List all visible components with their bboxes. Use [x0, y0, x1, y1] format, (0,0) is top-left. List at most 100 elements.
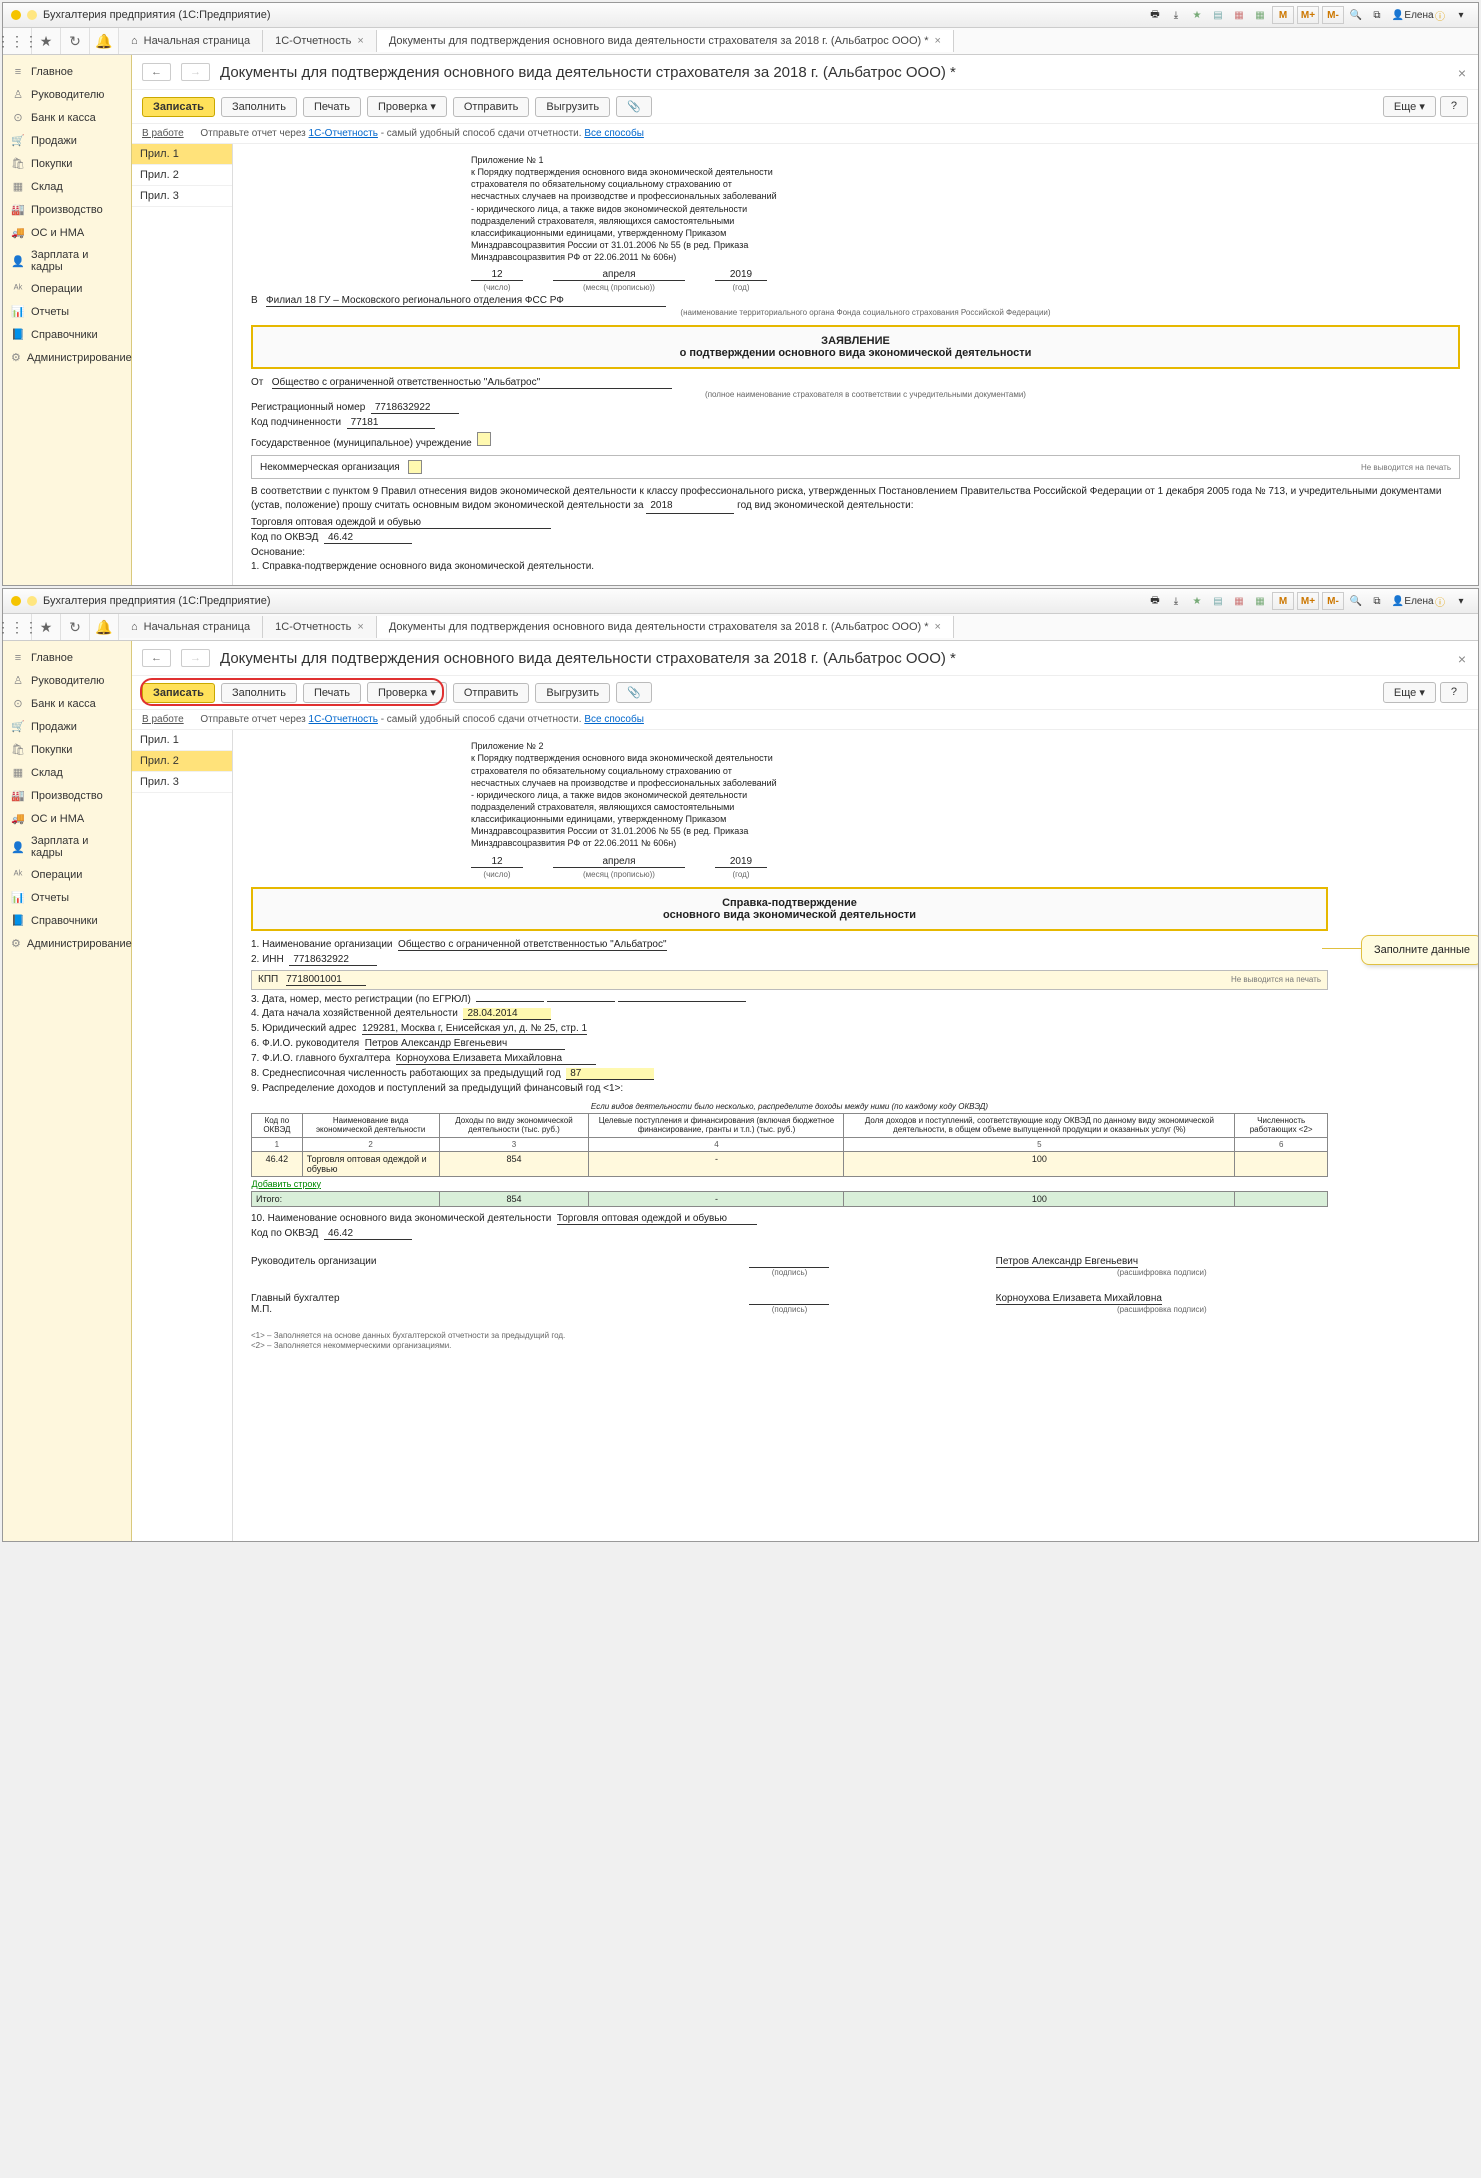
icon-export[interactable]: ⤓	[1167, 6, 1185, 24]
send-button[interactable]: Отправить	[453, 683, 530, 703]
close-icon[interactable]: ×	[935, 35, 941, 47]
icon-print[interactable]: 🖶	[1146, 592, 1164, 610]
sidebar-item[interactable]: 🛍Покупки	[3, 738, 131, 761]
icon-calc[interactable]: ▦	[1230, 592, 1248, 610]
sidebar-item[interactable]: ≡Главное	[3, 647, 131, 669]
all-methods-link[interactable]: Все способы	[584, 714, 644, 725]
close-icon[interactable]: ×	[357, 35, 363, 47]
bell-icon[interactable]: 🔔	[90, 614, 119, 640]
attachment-item[interactable]: Прил. 2	[132, 751, 232, 772]
apps-icon[interactable]: ⋮⋮⋮	[3, 28, 32, 54]
sidebar-item[interactable]: 📊Отчеты	[3, 300, 131, 323]
gos-checkbox[interactable]	[477, 432, 491, 446]
forward-button[interactable]: →	[181, 649, 210, 667]
attachment-item[interactable]: Прил. 3	[132, 186, 232, 207]
sidebar-item[interactable]: ♙Руководителю	[3, 669, 131, 692]
save-button[interactable]: Записать	[142, 97, 215, 117]
v3a[interactable]	[476, 1001, 544, 1002]
sidebar-item[interactable]: 👤Зарплата и кадры	[3, 244, 131, 278]
icon-doc[interactable]: ▤	[1209, 6, 1227, 24]
minimize-icon[interactable]: ▾	[1452, 6, 1470, 24]
m-plus-btn[interactable]: M+	[1297, 6, 1319, 24]
tab-reporting[interactable]: 1С-Отчетность×	[263, 30, 377, 52]
v3b[interactable]	[547, 1001, 615, 1002]
print-button[interactable]: Печать	[303, 97, 361, 117]
attachment-item[interactable]: Прил. 3	[132, 772, 232, 793]
sidebar-item[interactable]: 🛍Покупки	[3, 152, 131, 175]
sidebar-item[interactable]: ⚙Администрирование	[3, 346, 131, 369]
icon-calc[interactable]: ▦	[1230, 6, 1248, 24]
tab-home[interactable]: ⌂Начальная страница	[119, 30, 263, 52]
sidebar-item[interactable]: 🛒Продажи	[3, 129, 131, 152]
icon-doc[interactable]: ▤	[1209, 592, 1227, 610]
tab-reporting[interactable]: 1С-Отчетность×	[263, 616, 377, 638]
sidebar-item[interactable]: ▦Склад	[3, 175, 131, 198]
bell-icon[interactable]: 🔔	[90, 28, 119, 54]
v8[interactable]: 87	[566, 1068, 654, 1080]
sidebar-item[interactable]: ⊙Банк и касса	[3, 692, 131, 715]
add-row-link[interactable]: Добавить строку	[252, 1179, 321, 1189]
close-icon[interactable]: ×	[935, 621, 941, 633]
attachment-item[interactable]: Прил. 1	[132, 144, 232, 165]
m-btn[interactable]: M	[1272, 6, 1294, 24]
sidebar-item[interactable]: 👤Зарплата и кадры	[3, 830, 131, 864]
sidebar-item[interactable]: ≡Главное	[3, 61, 131, 83]
sidebar-item[interactable]: ⊙Банк и касса	[3, 106, 131, 129]
attachment-item[interactable]: Прил. 2	[132, 165, 232, 186]
tab-document[interactable]: Документы для подтверждения основного ви…	[377, 30, 954, 52]
zoom-icon[interactable]: 🔍	[1347, 592, 1365, 610]
v3c[interactable]	[618, 1001, 746, 1002]
more-button[interactable]: Еще ▾	[1383, 96, 1436, 117]
icon-export[interactable]: ⤓	[1167, 592, 1185, 610]
fill-button[interactable]: Заполнить	[221, 683, 297, 703]
icon-star[interactable]: ★	[1188, 592, 1206, 610]
icon-print[interactable]: 🖶	[1146, 6, 1164, 24]
send-button[interactable]: Отправить	[453, 97, 530, 117]
reporting-link[interactable]: 1С-Отчетность	[309, 128, 378, 139]
icon-cal[interactable]: ▦	[1251, 592, 1269, 610]
attachment-item[interactable]: Прил. 1	[132, 730, 232, 751]
kpp-value[interactable]: 7718001001	[286, 974, 366, 986]
sidebar-item[interactable]: 📘Справочники	[3, 323, 131, 346]
m-minus-btn[interactable]: M-	[1322, 6, 1344, 24]
all-methods-link[interactable]: Все способы	[584, 128, 644, 139]
history-icon[interactable]: ↻	[61, 614, 90, 640]
sidebar-item[interactable]: ⚙Администрирование	[3, 932, 131, 955]
zoom-icon[interactable]: 🔍	[1347, 6, 1365, 24]
export-button[interactable]: Выгрузить	[535, 683, 610, 703]
sidebar-item[interactable]: 🚚ОС и НМА	[3, 221, 131, 244]
sidebar-item[interactable]: ᴬᵏОперации	[3, 278, 131, 300]
nko-checkbox[interactable]	[408, 460, 422, 474]
icon-star[interactable]: ★	[1188, 6, 1206, 24]
sidebar-item[interactable]: ▦Склад	[3, 761, 131, 784]
close-icon[interactable]: ×	[1458, 651, 1466, 667]
info-icon[interactable]: ⓘ	[1431, 6, 1449, 24]
m-plus-btn[interactable]: M+	[1297, 592, 1319, 610]
check-button[interactable]: Проверка ▾	[367, 96, 447, 117]
m-btn[interactable]: M	[1272, 592, 1294, 610]
fill-button[interactable]: Заполнить	[221, 97, 297, 117]
sidebar-item[interactable]: ♙Руководителю	[3, 83, 131, 106]
sidebar-item[interactable]: 🏭Производство	[3, 784, 131, 807]
export-button[interactable]: Выгрузить	[535, 97, 610, 117]
reporting-link[interactable]: 1С-Отчетность	[309, 714, 378, 725]
close-icon[interactable]: ×	[357, 621, 363, 633]
save-button[interactable]: Записать	[142, 683, 215, 703]
sidebar-item[interactable]: 🏭Производство	[3, 198, 131, 221]
tab-home[interactable]: ⌂Начальная страница	[119, 616, 263, 638]
minimize-icon[interactable]: ▾	[1452, 592, 1470, 610]
history-icon[interactable]: ↻	[61, 28, 90, 54]
tab-document[interactable]: Документы для подтверждения основного ви…	[377, 616, 954, 638]
v4[interactable]: 28.04.2014	[463, 1008, 551, 1020]
attach-button[interactable]: 📎	[616, 682, 652, 703]
check-button[interactable]: Проверка ▾	[367, 682, 447, 703]
close-icon[interactable]: ×	[1458, 65, 1466, 81]
more-button[interactable]: Еще ▾	[1383, 682, 1436, 703]
table-row[interactable]: 46.42 Торговля оптовая одеждой и обувью …	[252, 1151, 1328, 1176]
sidebar-item[interactable]: 📊Отчеты	[3, 886, 131, 909]
info-icon[interactable]: ⓘ	[1431, 592, 1449, 610]
sidebar-item[interactable]: 📘Справочники	[3, 909, 131, 932]
help-button[interactable]: ?	[1440, 682, 1468, 703]
restore-icon[interactable]: ⧉	[1368, 592, 1386, 610]
back-button[interactable]: ←	[142, 649, 171, 667]
